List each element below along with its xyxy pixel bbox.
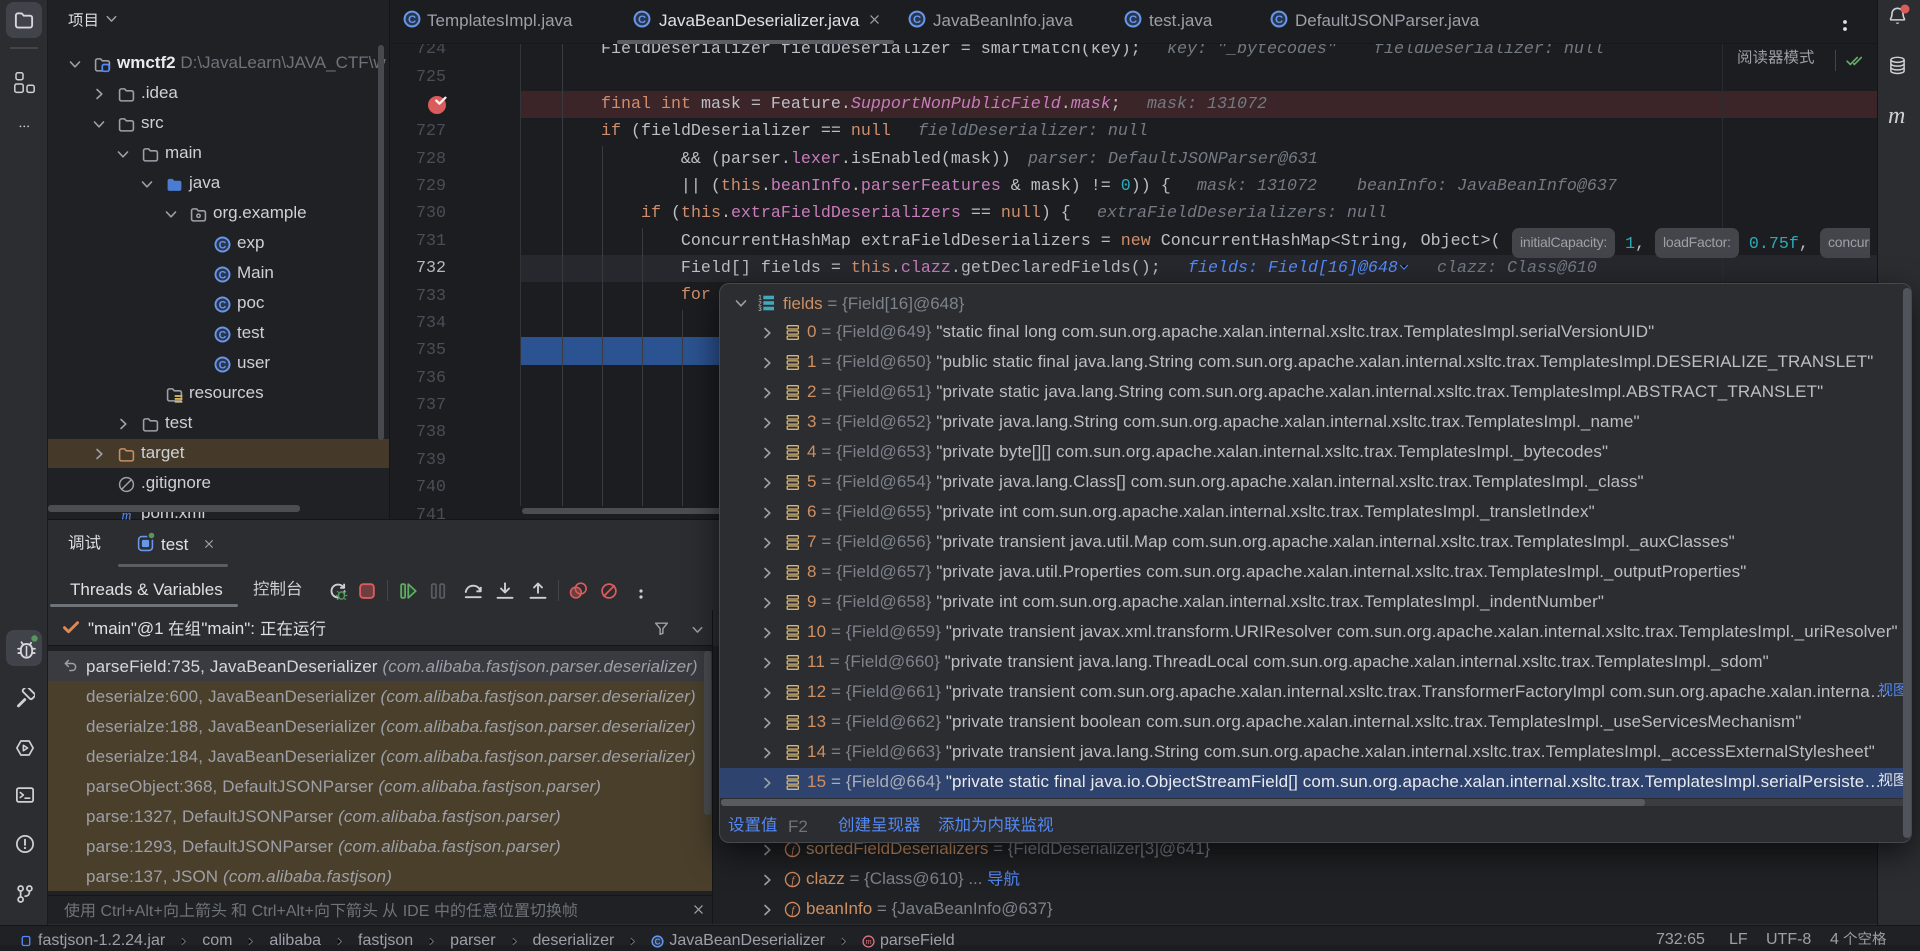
svg-text:f: f [791, 875, 796, 886]
svg-text:m: m [865, 936, 871, 945]
svg-text:f: f [791, 905, 796, 916]
svg-text:C: C [913, 14, 921, 26]
svg-text:C: C [1275, 14, 1283, 26]
svg-text:C: C [219, 299, 227, 311]
svg-text:C: C [219, 359, 227, 371]
svg-text:3: 3 [758, 306, 762, 312]
svg-text:C: C [219, 329, 227, 341]
svg-text:C: C [1129, 14, 1137, 26]
svg-text:f: f [791, 845, 796, 856]
svg-text:C: C [638, 14, 646, 26]
svg-text:C: C [219, 239, 227, 251]
svg-text:C: C [219, 269, 227, 281]
svg-text:C: C [408, 14, 416, 26]
